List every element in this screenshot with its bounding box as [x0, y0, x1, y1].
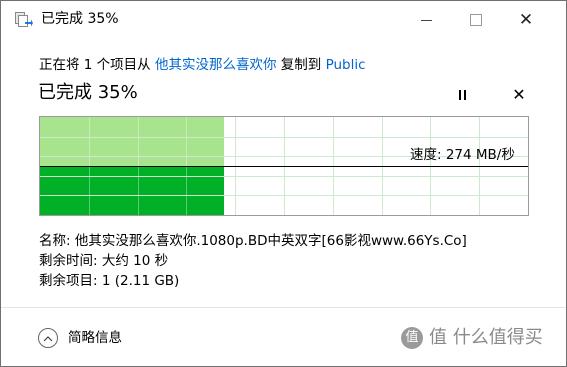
close-icon: ✕: [518, 9, 534, 30]
status-prefix: 正在将 1 个项目从: [39, 57, 155, 73]
copy-status-line: 正在将 1 个项目从 他其实没那么喜欢你 复制到 Public: [39, 56, 366, 74]
pause-icon: [458, 90, 466, 100]
site-watermark: 值值 什么值得买: [401, 326, 543, 350]
pause-button[interactable]: [453, 86, 471, 104]
chevron-up-icon: [43, 335, 53, 341]
cancel-button[interactable]: ✕: [510, 86, 528, 104]
maximize-icon: [470, 14, 482, 26]
source-folder-link[interactable]: 他其实没那么喜欢你: [155, 57, 277, 73]
watermark-text: 值 什么值得买: [429, 327, 543, 348]
window-title: 已完成 35%: [41, 11, 119, 27]
time-remaining-detail: 剩余时间: 大约 10 秒: [39, 253, 169, 269]
items-remaining-detail: 剩余项目: 1 (2.11 GB): [39, 273, 180, 289]
progress-area-light: [40, 117, 224, 166]
watermark-logo-icon: 值: [401, 327, 423, 349]
speed-graph-canvas: [40, 117, 528, 215]
speed-readout: 速度: 274 MB/秒: [410, 147, 515, 163]
cancel-icon: ✕: [512, 85, 526, 104]
copy-app-icon: [15, 12, 33, 27]
dialog-footer: 简略信息 值值 什么值得买: [1, 308, 566, 366]
minimize-button[interactable]: [403, 1, 449, 39]
copy-dialog: 已完成 35% ✕ 正在将 1 个项目从 他其实没那么喜欢你 复制到 Publi…: [0, 0, 567, 367]
maximize-button[interactable]: [453, 1, 499, 39]
minimize-icon: [420, 19, 432, 21]
collapse-details-button[interactable]: [38, 328, 58, 348]
collapse-details-label[interactable]: 简略信息: [68, 329, 122, 347]
transfer-speed-graph: [39, 116, 529, 216]
status-middle: 复制到: [276, 57, 326, 73]
file-name-detail: 名称: 他其实没那么喜欢你.1080p.BD中英双字[66影视www.66Ys.…: [39, 233, 467, 249]
progress-heading: 已完成 35%: [38, 82, 138, 103]
title-bar[interactable]: 已完成 35% ✕: [1, 1, 566, 39]
close-button[interactable]: ✕: [503, 1, 549, 39]
destination-folder-link[interactable]: Public: [326, 57, 366, 73]
progress-area-fill: [40, 166, 224, 215]
